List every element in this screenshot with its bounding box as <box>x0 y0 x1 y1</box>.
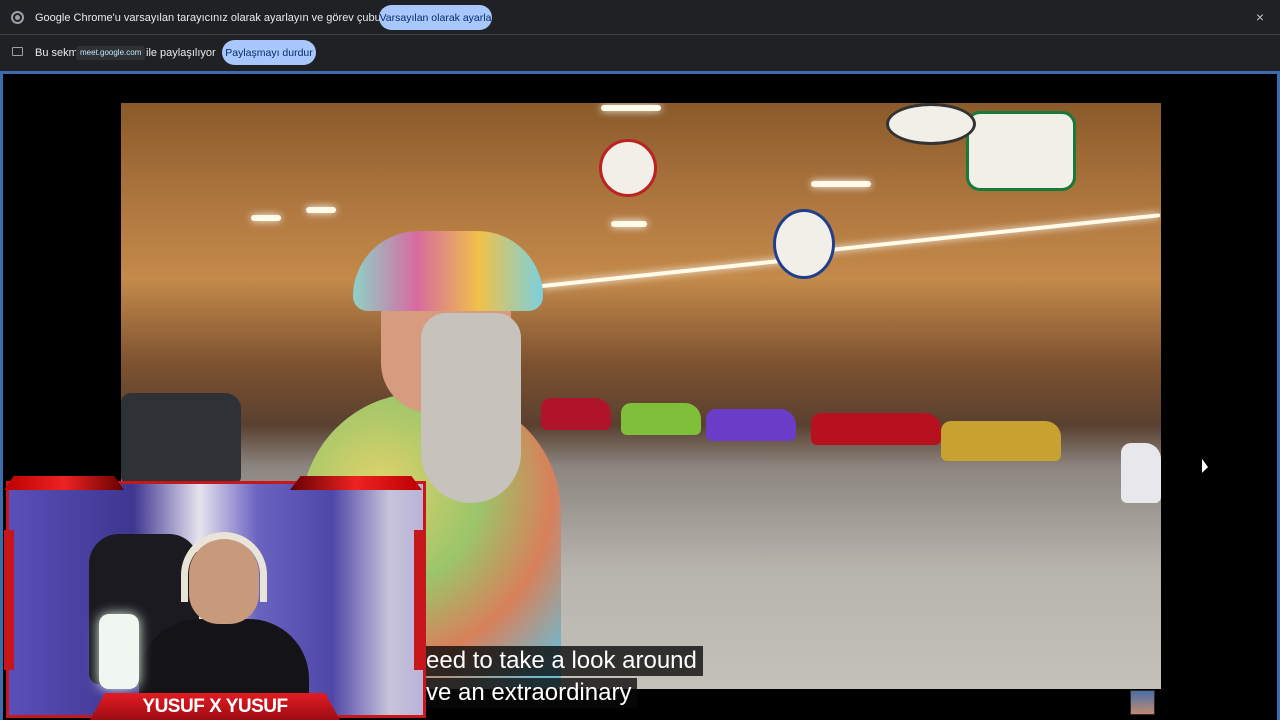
wall-sign <box>886 103 976 145</box>
chrome-icon <box>11 11 24 24</box>
streamer-name-banner: YUSUF X YUSUF <box>90 693 340 720</box>
microphone <box>99 614 139 689</box>
webcam-overlay <box>6 481 426 718</box>
ceiling-light <box>541 257 791 289</box>
ceiling-light <box>611 221 647 227</box>
default-browser-infobar: Google Chrome'u varsayılan tarayıcınız o… <box>0 0 1280 35</box>
wall-sign <box>966 111 1076 191</box>
overlay-frame-top-left <box>4 476 124 490</box>
car <box>621 403 701 435</box>
wall-sign <box>599 139 657 197</box>
sharing-suffix: ile paylaşılıyor <box>146 47 216 59</box>
tab-sharing-infobar: Bu sekme meet.google.com ile paylaşılıyo… <box>0 35 1280 71</box>
wall-sign <box>773 209 835 279</box>
subtitle-line-1: eed to take a look around <box>420 646 703 676</box>
ceiling-light <box>601 105 661 111</box>
car <box>811 413 941 445</box>
set-default-button[interactable]: Varsayılan olarak ayarla <box>379 5 492 30</box>
person-beard <box>421 313 521 503</box>
stop-sharing-button[interactable]: Paylaşmayı durdur <box>222 40 316 65</box>
ceiling-light <box>306 207 336 213</box>
close-icon[interactable]: × <box>1252 9 1268 25</box>
subtitle-line-2: ve an extraordinary <box>420 678 638 708</box>
overlay-frame-top-right <box>290 476 422 490</box>
screen-share-icon <box>12 47 23 56</box>
shared-url: meet.google.com <box>76 46 146 60</box>
car <box>706 409 796 441</box>
car <box>541 398 611 430</box>
car <box>941 421 1061 461</box>
ceiling-light <box>251 215 281 221</box>
self-view-thumbnail[interactable] <box>1130 690 1155 715</box>
car <box>121 393 241 483</box>
car <box>1121 443 1161 503</box>
ceiling-light <box>811 181 871 187</box>
overlay-frame-right <box>414 530 424 670</box>
ceiling-light <box>821 213 1161 253</box>
overlay-frame-left <box>4 530 14 670</box>
tie-dye-hat <box>353 231 543 311</box>
